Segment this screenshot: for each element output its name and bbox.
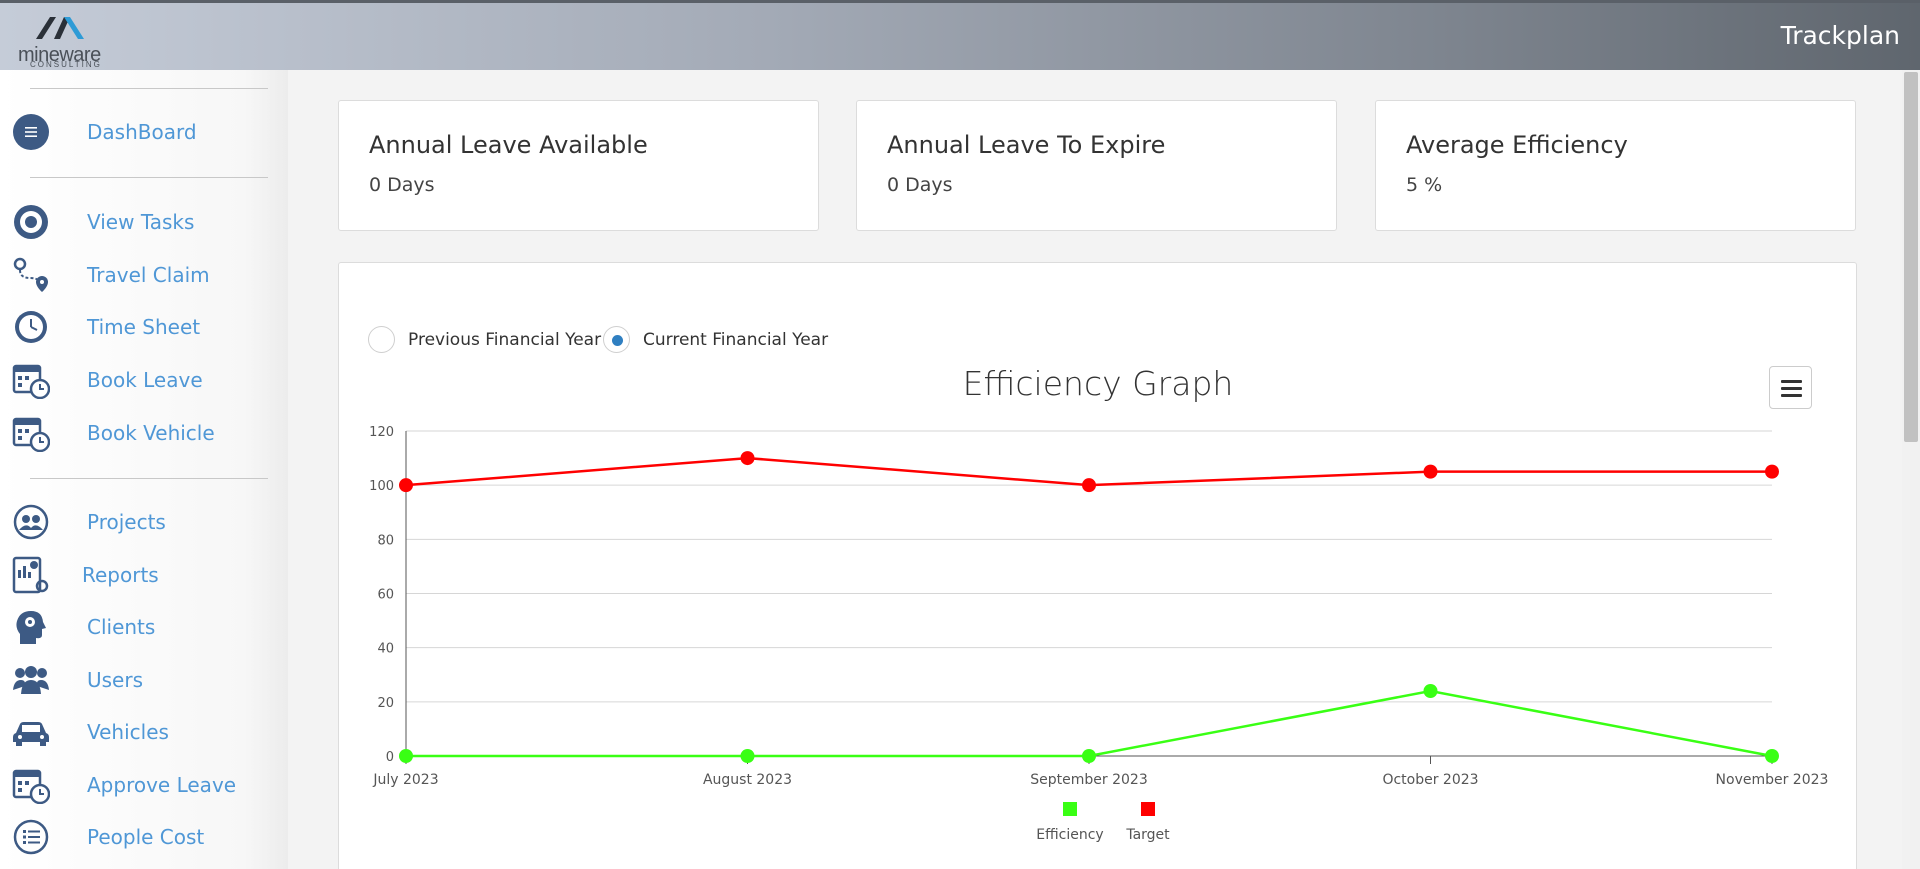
sidebar-divider [30,478,268,479]
y-tick-label: 0 [386,750,394,765]
sidebar-item-people-cost[interactable]: People Cost [0,814,288,860]
stat-title: Annual Leave To Expire [887,131,1166,159]
route-icon [12,256,50,294]
stat-card-average-efficiency: Average Efficiency 5 % [1375,100,1856,231]
sidebar-item-label: Travel Claim [87,263,210,287]
logo-subtext: CONSULTING [30,60,102,69]
y-tick-label: 100 [369,479,394,494]
sidebar-item-label: View Tasks [87,210,195,234]
chart-menu-button[interactable] [1769,366,1812,409]
x-tick-label: September 2023 [1030,772,1147,788]
y-tick-label: 120 [369,425,394,440]
sidebar-item-label: Projects [87,510,166,534]
dashboard-icon [12,113,50,151]
hamburger-line [1781,394,1802,397]
data-point-target [1765,464,1779,479]
legend-marker-target [1141,802,1155,816]
hamburger-line [1781,387,1802,390]
radio-circle[interactable] [368,326,395,353]
sidebar-item-travel-claim[interactable]: Travel Claim [0,252,288,298]
data-point-efficiency [1423,684,1438,698]
stat-title: Average Efficiency [1406,131,1628,159]
data-point-efficiency [1765,749,1779,763]
report-icon [12,556,50,594]
sidebar-item-book-vehicle[interactable]: Book Vehicle [0,410,288,456]
sidebar-item-vehicles[interactable]: Vehicles [0,709,288,755]
y-tick-label: 20 [377,696,394,711]
y-tick-label: 80 [377,533,394,548]
sidebar-item-approve-leave[interactable]: Approve Leave [0,762,288,808]
x-tick-label: July 2023 [372,772,438,788]
x-tick-label: August 2023 [703,772,792,788]
sidebar-item-reports[interactable]: Reports [0,552,288,598]
x-tick-label: November 2023 [1716,772,1829,788]
app-title: Trackplan [1780,21,1900,50]
sidebar: DashBoard View Tasks Travel Claim Time S… [0,70,288,869]
calendar-clock-icon [12,766,50,804]
efficiency-line-chart: 0 20 40 60 80 100 120 July 2023 August 2023 Septe… [369,425,1829,843]
target-icon [12,203,50,241]
stat-value: 5 % [1406,174,1443,196]
sidebar-item-label: Clients [87,615,156,639]
series-line-efficiency [406,689,1773,758]
calendar-clock-icon [12,414,50,452]
sidebar-item-label: Approve Leave [87,773,237,797]
current-financial-year-radio[interactable]: Current Financial Year [603,326,828,353]
stat-value: 0 Days [887,174,953,196]
sidebar-item-time-sheet[interactable]: Time Sheet [0,304,288,350]
sidebar-item-users[interactable]: Users [0,657,288,703]
data-point-efficiency [399,749,413,763]
sidebar-item-label: Time Sheet [87,315,201,339]
sidebar-item-label: Book Vehicle [87,421,215,445]
sidebar-item-projects[interactable]: Projects [0,499,288,545]
radio-circle-selected[interactable] [603,326,630,353]
stat-title: Annual Leave Available [369,131,648,159]
sidebar-item-label: Vehicles [87,720,169,744]
y-tick-label: 40 [377,642,394,657]
scrollbar-thumb[interactable] [1904,72,1918,442]
car-icon [12,713,50,751]
sidebar-item-clients[interactable]: Clients [0,604,288,650]
data-point-target [740,451,755,466]
sidebar-item-label: DashBoard [87,120,197,144]
data-point-efficiency [1082,749,1096,763]
sidebar-item-label: Reports [82,563,159,587]
sidebar-item-view-tasks[interactable]: View Tasks [0,199,288,245]
legend-label-efficiency: Efficiency [1036,827,1103,843]
head-gear-icon [12,608,50,646]
data-point-efficiency [740,749,755,763]
radio-label: Current Financial Year [643,329,829,350]
stat-card-leave-available: Annual Leave Available 0 Days [338,100,819,231]
previous-financial-year-radio[interactable]: Previous Financial Year [368,326,601,353]
stat-card-leave-expire: Annual Leave To Expire 0 Days [856,100,1337,231]
legend-marker-efficiency [1063,802,1077,816]
users-icon [12,661,50,699]
projects-icon [12,503,50,541]
clock-icon [12,308,50,346]
sidebar-item-label: People Cost [87,825,205,849]
app-header: mineware CONSULTING Trackplan [0,0,1920,70]
sidebar-item-label: Users [87,668,144,692]
data-point-target [399,478,413,493]
chart-title: Efficiency Graph [962,364,1234,403]
y-tick-label: 60 [377,588,394,603]
data-point-target [1423,464,1438,479]
sidebar-divider [30,177,268,178]
sidebar-divider [30,88,268,89]
x-tick-label: October 2023 [1382,772,1478,788]
legend-label-target: Target [1125,827,1170,843]
list-icon [12,818,50,856]
hamburger-line [1781,380,1802,383]
sidebar-item-dashboard[interactable]: DashBoard [0,109,288,155]
radio-label: Previous Financial Year [408,329,602,350]
data-point-target [1082,478,1096,493]
stat-value: 0 Days [369,174,435,196]
